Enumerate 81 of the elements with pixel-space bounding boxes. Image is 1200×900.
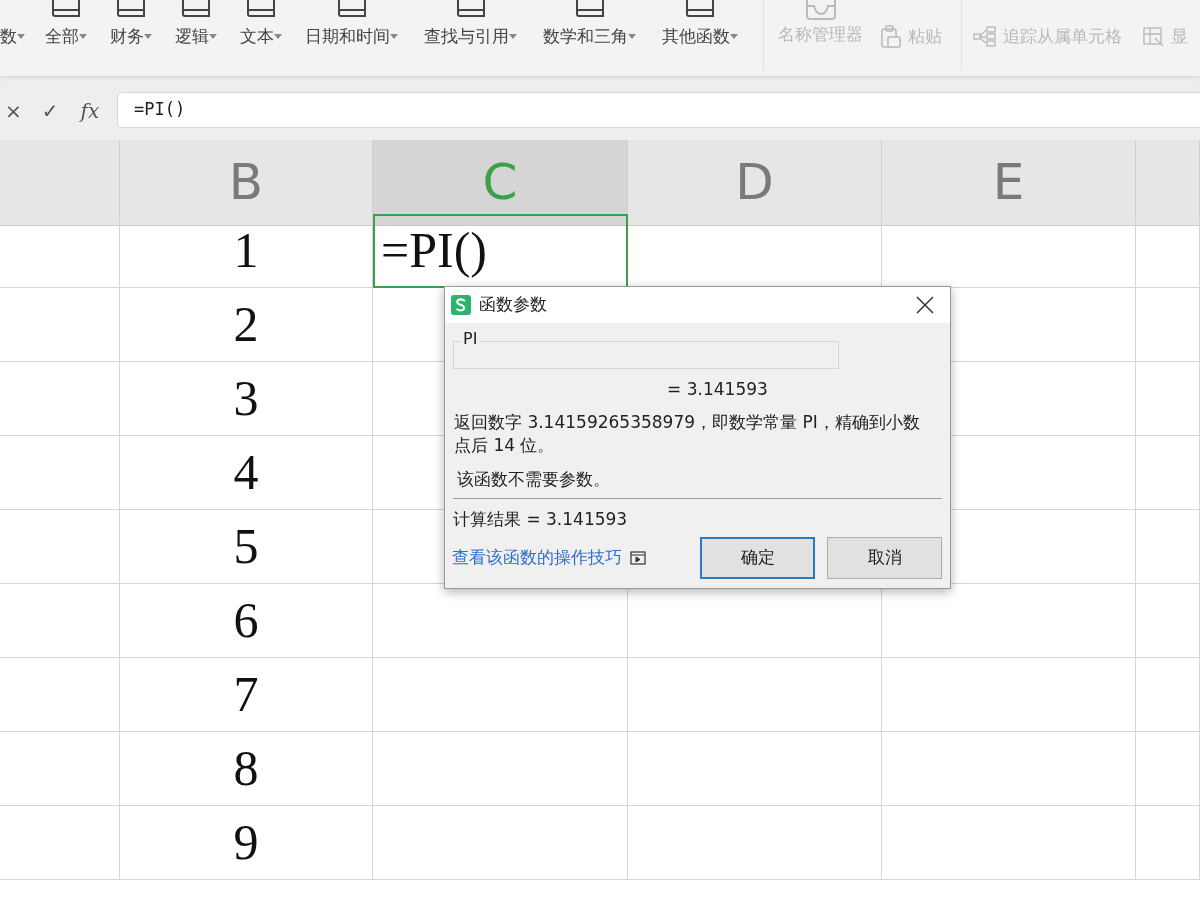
cell[interactable] xyxy=(1136,436,1200,510)
caret-icon xyxy=(144,34,152,40)
cell[interactable] xyxy=(1136,362,1200,436)
cell[interactable] xyxy=(0,658,120,732)
caret-icon xyxy=(209,34,217,40)
cell[interactable] xyxy=(1136,732,1200,806)
category-dropdown[interactable]: 数 xyxy=(0,24,25,50)
category-dropdown[interactable]: 数学和三角 xyxy=(543,24,636,50)
cell[interactable] xyxy=(0,288,120,362)
column-header[interactable] xyxy=(0,140,120,226)
result-preview: = 3.141593 xyxy=(666,378,769,401)
cell[interactable]: 8 xyxy=(120,732,373,806)
calc-result: 计算结果 = 3.141593 xyxy=(453,508,629,531)
caret-icon xyxy=(274,34,282,40)
cell[interactable]: 4 xyxy=(120,436,373,510)
category-dropdown[interactable]: 其他函数 xyxy=(662,24,738,50)
close-icon[interactable] xyxy=(916,296,934,314)
category-dropdown[interactable]: 文本 xyxy=(240,24,282,50)
tray-icon xyxy=(803,0,838,20)
cell[interactable] xyxy=(0,510,120,584)
cell[interactable] xyxy=(1136,288,1200,362)
cell[interactable]: 2 xyxy=(120,288,373,362)
cell[interactable] xyxy=(373,732,628,806)
video-icon xyxy=(630,550,646,565)
cell[interactable] xyxy=(628,732,882,806)
cell[interactable]: 6 xyxy=(120,584,373,658)
app-icon xyxy=(451,295,471,315)
category-dropdown[interactable]: 财务 xyxy=(110,24,152,50)
cell[interactable] xyxy=(882,732,1136,806)
clipboard-icon xyxy=(880,24,902,49)
cell[interactable] xyxy=(373,806,628,880)
caret-icon xyxy=(17,34,25,40)
caret-icon xyxy=(79,34,87,40)
dialog-title: 函数参数 xyxy=(479,293,547,317)
category-dropdown[interactable]: 查找与引用 xyxy=(424,24,517,50)
dialog-button[interactable]: 确定 xyxy=(700,536,815,579)
formula-grid-icon xyxy=(1143,25,1165,48)
cell[interactable]: 9 xyxy=(120,806,373,880)
cell[interactable] xyxy=(0,732,120,806)
cell[interactable] xyxy=(0,806,120,880)
category-dropdown[interactable]: 日期和时间 xyxy=(305,24,398,50)
cell[interactable] xyxy=(882,806,1136,880)
description-text: 返回数字 3.14159265358979，即数学常量 PI，精确到小数点后 14 位。 xyxy=(454,410,921,457)
cell[interactable] xyxy=(1136,806,1200,880)
fx-button[interactable]: fx xyxy=(80,96,100,126)
cell[interactable]: 5 xyxy=(120,510,373,584)
caret-icon xyxy=(509,34,517,40)
formula-input[interactable]: =PI() xyxy=(117,92,1200,128)
cell[interactable] xyxy=(1136,214,1200,288)
caret-icon xyxy=(628,34,636,40)
cell[interactable] xyxy=(1136,510,1200,584)
confirm-button[interactable]: ✓ xyxy=(41,96,59,126)
cell[interactable] xyxy=(628,806,882,880)
cell[interactable] xyxy=(882,658,1136,732)
help-link[interactable]: 查看该函数的操作技巧 xyxy=(452,544,622,571)
cell[interactable] xyxy=(0,214,120,288)
cancel-button[interactable]: × xyxy=(5,96,22,126)
cell[interactable] xyxy=(0,584,120,658)
trace-icon xyxy=(973,25,997,48)
column-header[interactable] xyxy=(1136,140,1200,226)
caret-icon xyxy=(390,34,398,40)
dialog-button[interactable]: 取消 xyxy=(827,536,942,579)
caret-icon xyxy=(730,34,738,40)
cell[interactable] xyxy=(628,658,882,732)
category-dropdown[interactable]: 逻辑 xyxy=(175,24,217,50)
book-icon xyxy=(114,0,148,18)
cell[interactable]: 3 xyxy=(120,362,373,436)
cell[interactable]: 7 xyxy=(120,658,373,732)
book-icon xyxy=(244,0,278,18)
book-icon xyxy=(49,0,83,18)
cell[interactable] xyxy=(0,436,120,510)
cell[interactable] xyxy=(0,362,120,436)
cell[interactable] xyxy=(1136,584,1200,658)
category-dropdown[interactable]: 全部 xyxy=(45,24,87,50)
cell[interactable] xyxy=(1136,658,1200,732)
note-text: 该函数不需要参数。 xyxy=(457,467,611,491)
book-icon xyxy=(683,0,717,18)
cell[interactable] xyxy=(373,658,628,732)
cell[interactable]: =PI() xyxy=(373,214,628,288)
cell[interactable]: 1 xyxy=(120,214,373,288)
book-icon xyxy=(179,0,213,18)
